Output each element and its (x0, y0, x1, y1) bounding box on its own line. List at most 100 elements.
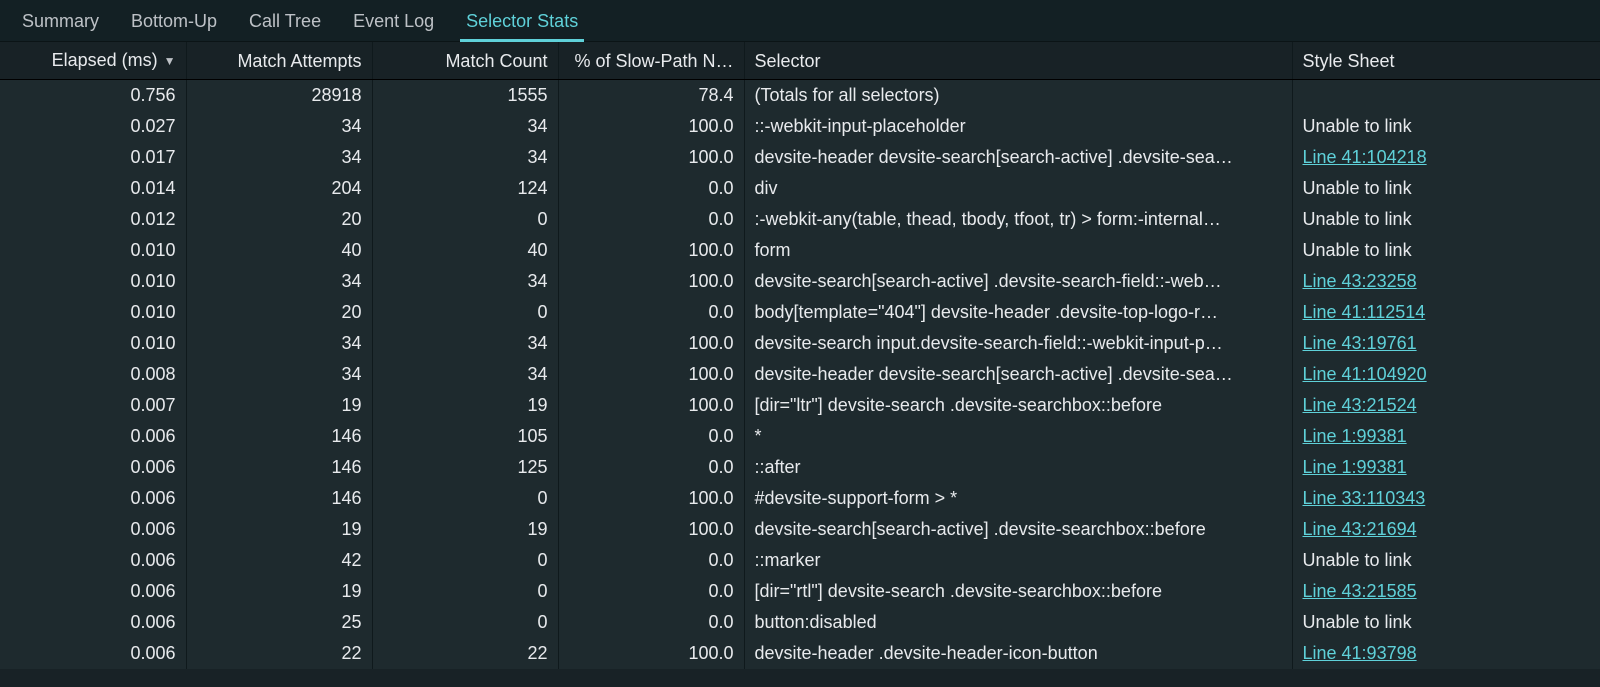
table-row[interactable]: 0.0173434100.0devsite-header devsite-sea… (0, 142, 1600, 173)
cell-elapsed: 0.006 (0, 638, 186, 669)
selector-stats-table: Elapsed (ms) ▼ Match Attempts Match Count% … (0, 42, 1600, 669)
style-sheet-link[interactable]: Line 43:21585 (1303, 581, 1417, 601)
cell-selector: devsite-header .devsite-header-icon-butt… (744, 638, 1292, 669)
column-header-selector[interactable]: Selector (744, 42, 1292, 80)
cell-count: 0 (372, 576, 558, 607)
cell-attempts: 34 (186, 111, 372, 142)
table-row[interactable]: 0.0062500.0button:disabledUnable to link (0, 607, 1600, 638)
cell-elapsed: 0.006 (0, 452, 186, 483)
cell-elapsed: 0.006 (0, 607, 186, 638)
table-row[interactable]: 0.0083434100.0devsite-header devsite-sea… (0, 359, 1600, 390)
cell-slow: 100.0 (558, 266, 744, 297)
column-header--of-slow-path-n[interactable]: % of Slow-Path N… (558, 42, 744, 80)
cell-elapsed: 0.010 (0, 235, 186, 266)
table-row[interactable]: 0.0061900.0[dir="rtl"] devsite-search .d… (0, 576, 1600, 607)
tab-selector-stats[interactable]: Selector Stats (452, 0, 592, 42)
cell-selector: devsite-search input.devsite-search-fiel… (744, 328, 1292, 359)
cell-style-sheet: Unable to link (1292, 235, 1600, 266)
cell-style-sheet: Unable to link (1292, 545, 1600, 576)
cell-count: 124 (372, 173, 558, 204)
table-row[interactable]: 0.0102000.0body[template="404"] devsite-… (0, 297, 1600, 328)
tab-bottom-up[interactable]: Bottom-Up (117, 0, 231, 42)
cell-count: 40 (372, 235, 558, 266)
cell-selector: ::-webkit-input-placeholder (744, 111, 1292, 142)
cell-elapsed: 0.010 (0, 297, 186, 328)
cell-style-sheet: Line 43:21585 (1292, 576, 1600, 607)
table-row[interactable]: 0.0104040100.0formUnable to link (0, 235, 1600, 266)
cell-count: 0 (372, 545, 558, 576)
cell-count: 19 (372, 390, 558, 421)
cell-attempts: 19 (186, 390, 372, 421)
tab-summary[interactable]: Summary (8, 0, 113, 42)
cell-slow: 100.0 (558, 359, 744, 390)
cell-count: 34 (372, 359, 558, 390)
style-sheet-text: Unable to link (1303, 209, 1412, 229)
cell-selector: div (744, 173, 1292, 204)
style-sheet-link[interactable]: Line 41:104920 (1303, 364, 1427, 384)
cell-selector: form (744, 235, 1292, 266)
cell-selector: ::after (744, 452, 1292, 483)
cell-style-sheet: Line 41:93798 (1292, 638, 1600, 669)
cell-slow: 0.0 (558, 421, 744, 452)
cell-attempts: 20 (186, 204, 372, 235)
table-row[interactable]: 0.0273434100.0::-webkit-input-placeholde… (0, 111, 1600, 142)
style-sheet-link[interactable]: Line 33:110343 (1303, 488, 1426, 508)
table-row[interactable]: 0.75628918155578.4(Totals for all select… (0, 80, 1600, 112)
cell-style-sheet: Line 43:23258 (1292, 266, 1600, 297)
table-row[interactable]: 0.0061461050.0*Line 1:99381 (0, 421, 1600, 452)
cell-slow: 100.0 (558, 483, 744, 514)
table-row[interactable]: 0.0062222100.0devsite-header .devsite-he… (0, 638, 1600, 669)
cell-count: 34 (372, 328, 558, 359)
style-sheet-link[interactable]: Line 43:21694 (1303, 519, 1417, 539)
style-sheet-link[interactable]: Line 41:104218 (1303, 147, 1427, 167)
table-row[interactable]: 0.0103434100.0devsite-search[search-acti… (0, 266, 1600, 297)
table-header-row: Elapsed (ms) ▼ Match Attempts Match Count% … (0, 42, 1600, 80)
cell-style-sheet (1292, 80, 1600, 112)
table-row[interactable]: 0.0061919100.0devsite-search[search-acti… (0, 514, 1600, 545)
cell-attempts: 25 (186, 607, 372, 638)
column-header-style-sheet[interactable]: Style Sheet (1292, 42, 1600, 80)
cell-slow: 100.0 (558, 235, 744, 266)
column-header-label: Match Attempts (237, 51, 361, 71)
table-row[interactable]: 0.0071919100.0[dir="ltr"] devsite-search… (0, 390, 1600, 421)
table-row[interactable]: 0.0064200.0::markerUnable to link (0, 545, 1600, 576)
column-header-elapsed-ms[interactable]: Elapsed (ms) ▼ (0, 42, 186, 80)
style-sheet-link[interactable]: Line 43:19761 (1303, 333, 1417, 353)
style-sheet-link[interactable]: Line 43:23258 (1303, 271, 1417, 291)
cell-elapsed: 0.007 (0, 390, 186, 421)
style-sheet-link[interactable]: Line 41:93798 (1303, 643, 1417, 663)
style-sheet-link[interactable]: Line 1:99381 (1303, 457, 1407, 477)
cell-selector: body[template="404"] devsite-header .dev… (744, 297, 1292, 328)
cell-count: 105 (372, 421, 558, 452)
style-sheet-text: Unable to link (1303, 612, 1412, 632)
table-body: 0.75628918155578.4(Totals for all select… (0, 80, 1600, 670)
cell-count: 0 (372, 607, 558, 638)
cell-elapsed: 0.012 (0, 204, 186, 235)
cell-count: 34 (372, 142, 558, 173)
table-row[interactable]: 0.0142041240.0divUnable to link (0, 173, 1600, 204)
cell-count: 19 (372, 514, 558, 545)
cell-count: 22 (372, 638, 558, 669)
cell-slow: 100.0 (558, 390, 744, 421)
column-header-label: Style Sheet (1303, 51, 1395, 71)
column-header-match-attempts[interactable]: Match Attempts (186, 42, 372, 80)
style-sheet-link[interactable]: Line 1:99381 (1303, 426, 1407, 446)
table-row[interactable]: 0.0122000.0:-webkit-any(table, thead, tb… (0, 204, 1600, 235)
cell-style-sheet: Line 1:99381 (1292, 421, 1600, 452)
cell-slow: 0.0 (558, 204, 744, 235)
style-sheet-link[interactable]: Line 43:21524 (1303, 395, 1417, 415)
tab-event-log[interactable]: Event Log (339, 0, 448, 42)
table-row[interactable]: 0.0061460100.0#devsite-support-form > *L… (0, 483, 1600, 514)
tab-call-tree[interactable]: Call Tree (235, 0, 335, 42)
selector-stats-table-wrap: Elapsed (ms) ▼ Match Attempts Match Count% … (0, 42, 1600, 687)
table-row[interactable]: 0.0061461250.0::afterLine 1:99381 (0, 452, 1600, 483)
style-sheet-link[interactable]: Line 41:112514 (1303, 302, 1426, 322)
cell-selector: devsite-header devsite-search[search-act… (744, 359, 1292, 390)
cell-attempts: 34 (186, 328, 372, 359)
sort-indicator-icon: ▼ (164, 43, 176, 79)
cell-selector: button:disabled (744, 607, 1292, 638)
cell-count: 1555 (372, 80, 558, 112)
column-header-label: Elapsed (ms) (52, 50, 158, 70)
table-row[interactable]: 0.0103434100.0devsite-search input.devsi… (0, 328, 1600, 359)
column-header-match-count[interactable]: Match Count (372, 42, 558, 80)
